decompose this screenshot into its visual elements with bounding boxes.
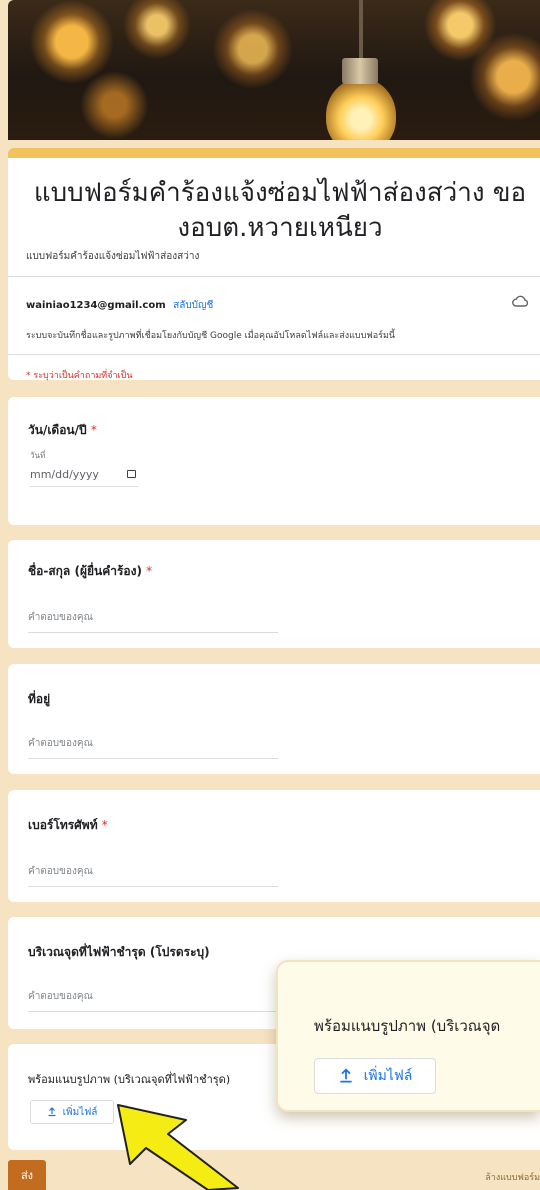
bulb-cap xyxy=(342,58,378,84)
pointer-arrow-icon xyxy=(117,1104,239,1190)
date-input[interactable]: mm/dd/yyyy xyxy=(30,468,138,487)
address-input[interactable]: คำตอบของคุณ xyxy=(28,736,278,759)
question-label-date: วัน/เดือน/ปี * xyxy=(28,423,97,437)
question-card-phone: เบอร์โทรศัพท์ * คำตอบของคุณ xyxy=(8,790,540,902)
zoomed-upload-callout: พร้อมแนบรูปภาพ (บริเวณจุด เพิ่มไฟล์ xyxy=(276,960,540,1112)
divider xyxy=(8,276,540,277)
name-input[interactable]: คำตอบของคุณ xyxy=(28,610,278,633)
header-banner-image xyxy=(8,0,540,140)
account-row: wainiao1234@gmail.com สลับบัญชี xyxy=(26,298,213,313)
upload-icon xyxy=(340,1068,352,1083)
zoomed-photo-label: พร้อมแนบรูปภาพ (บริเวณจุด xyxy=(314,1017,501,1035)
privacy-notice: ระบบจะบันทึกชื่อและรูปภาพที่เชื่อมโยงกับ… xyxy=(26,331,396,341)
add-file-button[interactable]: เพิ่มไฟล์ xyxy=(30,1100,114,1124)
cloud-icon xyxy=(512,295,528,307)
question-label-name: ชื่อ-สกุล (ผู้ยื่นคำร้อง) * xyxy=(28,564,153,578)
submit-button[interactable]: ส่ง xyxy=(8,1160,46,1190)
calendar-icon[interactable] xyxy=(127,470,136,478)
required-note: * ระบุว่าเป็นคำถามที่จำเป็น xyxy=(26,371,133,381)
question-label-location: บริเวณจุดที่ไฟฟ้าชำรุด (โปรดระบุ) xyxy=(28,945,210,959)
question-label-address: ที่อยู่ xyxy=(28,692,51,706)
question-label-photo: พร้อมแนบรูปภาพ (บริเวณจุดที่ไฟฟ้าชำรุด) xyxy=(28,1073,231,1086)
clear-form-link[interactable]: ล้างแบบฟอร์ม xyxy=(485,1170,540,1184)
question-label-phone: เบอร์โทรศัพท์ * xyxy=(28,818,108,832)
divider xyxy=(8,354,540,355)
location-input[interactable]: คำตอบของคุณ xyxy=(28,989,278,1012)
question-card-date: วัน/เดือน/ปี * วันที่ mm/dd/yyyy xyxy=(8,397,540,525)
form-title: แบบฟอร์มคำร้องแจ้งซ่อมไฟฟ้าส่องสว่าง ของ… xyxy=(33,178,527,243)
question-card-name: ชื่อ-สกุล (ผู้ยื่นคำร้อง) * คำตอบของคุณ xyxy=(8,540,540,648)
upload-icon xyxy=(48,1107,56,1117)
form-description: แบบฟอร์มคำร้องแจ้งซ่อมไฟฟ้าส่องสว่าง xyxy=(26,251,200,262)
phone-input[interactable]: คำตอบของคุณ xyxy=(28,864,278,887)
account-email: wainiao1234@gmail.com xyxy=(26,300,166,311)
bulb-wire xyxy=(359,0,363,62)
switch-account-link[interactable]: สลับบัญชี xyxy=(173,300,213,311)
date-sublabel: วันที่ xyxy=(30,451,46,460)
light-bulb-image xyxy=(326,78,396,140)
form-header-card: แบบฟอร์มคำร้องแจ้งซ่อมไฟฟ้าส่องสว่าง ของ… xyxy=(8,148,540,381)
zoomed-add-file-button[interactable]: เพิ่มไฟล์ xyxy=(314,1058,436,1094)
question-card-address: ที่อยู่ คำตอบของคุณ xyxy=(8,664,540,774)
